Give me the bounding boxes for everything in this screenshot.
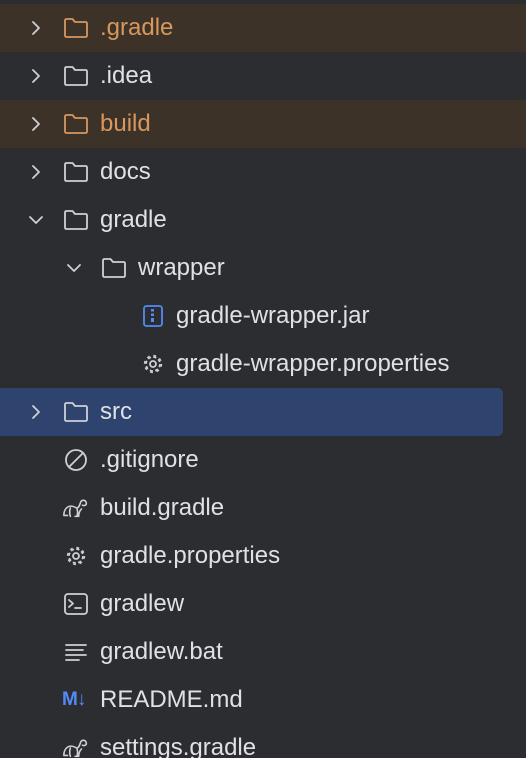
chevron-right-icon[interactable] [26,66,46,86]
tree-item-label: build [100,110,151,137]
tree-row-docs[interactable]: docs [0,148,526,196]
archive-icon [143,305,163,327]
tree-row-wrapper[interactable]: wrapper [0,244,526,292]
tree-item-label: .gitignore [100,446,199,473]
tree-row-gradlew[interactable]: gradlew [0,580,526,628]
tree-row-gradlew-bat[interactable]: gradlew.bat [0,628,526,676]
tree-item-label: build.gradle [100,494,225,521]
chevron-right-icon[interactable] [26,18,46,38]
text-file-icon [65,644,87,661]
chevron-right-icon[interactable] [26,402,46,422]
tree-row-src[interactable]: src [0,388,503,436]
terminal-icon [64,593,88,615]
tree-item-label: README.md [100,686,243,713]
tree-row-idea[interactable]: .idea [0,52,526,100]
tree-item-label: docs [100,158,151,185]
tree-row-gradle-wrapper-jar[interactable]: gradle-wrapper.jar [0,292,526,340]
tree-row-settings-gradle[interactable]: settings.gradle [0,724,526,758]
chevron-right-icon[interactable] [26,114,46,134]
tree-item-label: gradle [100,206,167,233]
tree-row-gitignore[interactable]: .gitignore [0,436,526,484]
folder-icon [64,162,88,182]
folder-icon [64,114,88,134]
tree-item-label: gradlew.bat [100,638,223,665]
tree-row-readme-md[interactable]: M↓ README.md [0,676,526,724]
chevron-right-icon[interactable] [26,162,46,182]
gear-icon [143,354,163,374]
tree-item-label: settings.gradle [100,734,257,758]
chevron-down-icon[interactable] [64,258,84,278]
tree-item-label: .idea [100,62,153,89]
tree-item-label: gradle-wrapper.jar [176,302,370,329]
tree-item-label: gradle-wrapper.properties [176,350,450,377]
gear-icon [66,546,86,566]
tree-row-build[interactable]: build [0,100,526,148]
gradle-elephant-icon [63,739,88,758]
folder-icon [64,18,88,38]
tree-row-gradle[interactable]: gradle [0,196,526,244]
chevron-down-icon[interactable] [26,210,46,230]
project-tree: .gradle .idea build docs gradle wrapper [0,0,526,758]
tree-row-dot-gradle[interactable]: .gradle [0,4,526,52]
markdown-icon: M↓ [62,689,86,710]
folder-icon [64,210,88,230]
folder-icon [64,402,88,422]
tree-row-gradle-wrapper-properties[interactable]: gradle-wrapper.properties [0,340,526,388]
tree-row-build-gradle[interactable]: build.gradle [0,484,526,532]
tree-row-gradle-properties[interactable]: gradle.properties [0,532,526,580]
tree-item-label: gradle.properties [100,542,281,569]
tree-item-label: gradlew [100,590,185,617]
gradle-elephant-icon [63,499,88,518]
folder-icon [102,258,126,278]
tree-item-label: src [100,398,132,425]
folder-icon [64,66,88,86]
tree-item-label: .gradle [100,14,174,41]
ignore-icon [65,449,87,471]
tree-item-label: wrapper [138,254,225,281]
